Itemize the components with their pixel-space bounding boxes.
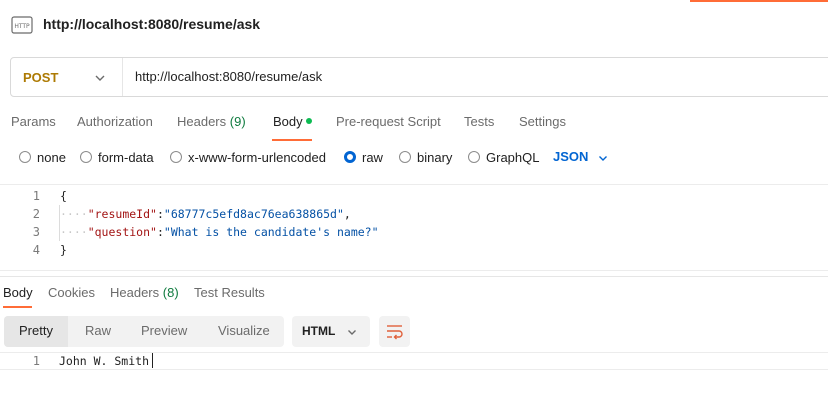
tab-authorization[interactable]: Authorization	[77, 114, 153, 129]
radio-circle[interactable]	[468, 151, 480, 163]
radio-circle-checked[interactable]	[344, 151, 356, 163]
text-cursor	[152, 353, 153, 368]
active-tab-underline	[3, 306, 32, 308]
code-line[interactable]: ····"resumeId":"68777c5efd8ac76ea638865d…	[60, 207, 351, 221]
radio-form-data[interactable]: form-data	[80, 149, 154, 165]
url-bar: POST http://localhost:8080/resume/ask	[10, 57, 828, 97]
chevron-down-icon[interactable]	[346, 325, 358, 337]
divider	[0, 352, 828, 353]
line-number: 1	[32, 189, 40, 203]
tab-params[interactable]: Params	[11, 114, 56, 129]
radio-x-www-form-urlencoded[interactable]: x-www-form-urlencoded	[170, 149, 326, 165]
response-tab-headers-count: (8)	[162, 285, 179, 300]
view-visualize-button[interactable]: Visualize	[218, 323, 270, 338]
wrap-lines-icon	[385, 322, 404, 341]
whitespace-dots: ····	[60, 225, 88, 239]
radio-circle[interactable]	[19, 151, 31, 163]
code-line[interactable]: ····"question":"What is the candidate's …	[60, 225, 379, 239]
tab-pre-request-script[interactable]: Pre-request Script	[336, 114, 441, 129]
divider	[0, 270, 828, 271]
line-number: 1	[32, 354, 40, 368]
radio-label: none	[37, 149, 66, 165]
code-token: :	[156, 225, 164, 239]
body-modified-dot	[306, 118, 312, 124]
chevron-down-icon[interactable]	[597, 151, 609, 163]
radio-label: form-data	[98, 149, 154, 165]
radio-label: GraphQL	[486, 149, 540, 165]
response-tab-headers-label: Headers	[110, 285, 160, 300]
method-select[interactable]: POST	[23, 70, 58, 85]
top-accent-line	[690, 0, 828, 2]
radio-label: x-www-form-urlencoded	[188, 149, 326, 165]
view-preview-button[interactable]: Preview	[141, 323, 187, 338]
chevron-down-icon[interactable]	[93, 71, 107, 85]
request-title[interactable]: http://localhost:8080/resume/ask	[43, 16, 260, 32]
tab-headers-count: (9)	[229, 114, 246, 129]
radio-label: binary	[417, 149, 453, 165]
divider	[0, 184, 828, 185]
line-number: 2	[32, 207, 40, 221]
whitespace-dots: ····	[60, 207, 88, 221]
response-tab-headers[interactable]: Headers (8)	[110, 285, 179, 300]
tab-headers[interactable]: Headers (9)	[177, 114, 246, 129]
radio-circle[interactable]	[170, 151, 182, 163]
code-line[interactable]: {	[60, 189, 67, 203]
code-line[interactable]: }	[60, 243, 67, 257]
json-string: "68777c5efd8ac76ea638865d"	[163, 207, 344, 221]
radio-raw[interactable]: raw	[344, 149, 383, 165]
radio-circle[interactable]	[399, 151, 411, 163]
tab-body[interactable]: Body	[273, 114, 303, 129]
code-token: :	[156, 207, 164, 221]
tab-settings[interactable]: Settings	[519, 114, 566, 129]
raw-format-select[interactable]: JSON	[553, 149, 588, 164]
divider	[0, 276, 828, 277]
radio-circle[interactable]	[80, 151, 92, 163]
view-pretty-button[interactable]: Pretty	[19, 323, 53, 338]
line-number: 3	[32, 225, 40, 239]
http-icon: HTTP	[10, 13, 34, 37]
response-tab-body[interactable]: Body	[3, 285, 33, 300]
code-token: }	[60, 243, 67, 257]
json-key: "resumeId"	[87, 207, 157, 221]
radio-binary[interactable]: binary	[399, 149, 452, 165]
response-tab-cookies[interactable]: Cookies	[48, 285, 95, 300]
url-input[interactable]: http://localhost:8080/resume/ask	[135, 69, 322, 84]
response-tab-test-results[interactable]: Test Results	[194, 285, 265, 300]
divider	[0, 369, 828, 370]
radio-none[interactable]: none	[19, 149, 66, 165]
json-string: "What is the candidate's name?"	[163, 225, 379, 239]
radio-label: raw	[362, 149, 383, 165]
divider	[122, 58, 123, 96]
svg-text:HTTP: HTTP	[14, 23, 30, 30]
active-tab-underline	[272, 139, 312, 141]
json-key: "question"	[87, 225, 157, 239]
response-format-label: HTML	[302, 324, 336, 338]
tab-headers-label: Headers	[177, 114, 227, 129]
line-number: 4	[32, 243, 40, 257]
code-token: ,	[343, 207, 351, 221]
radio-graphql[interactable]: GraphQL	[468, 149, 539, 165]
view-raw-button[interactable]: Raw	[85, 323, 111, 338]
code-token: {	[60, 189, 67, 203]
tab-tests[interactable]: Tests	[464, 114, 494, 129]
response-body-text[interactable]: John W. Smith	[59, 354, 149, 368]
